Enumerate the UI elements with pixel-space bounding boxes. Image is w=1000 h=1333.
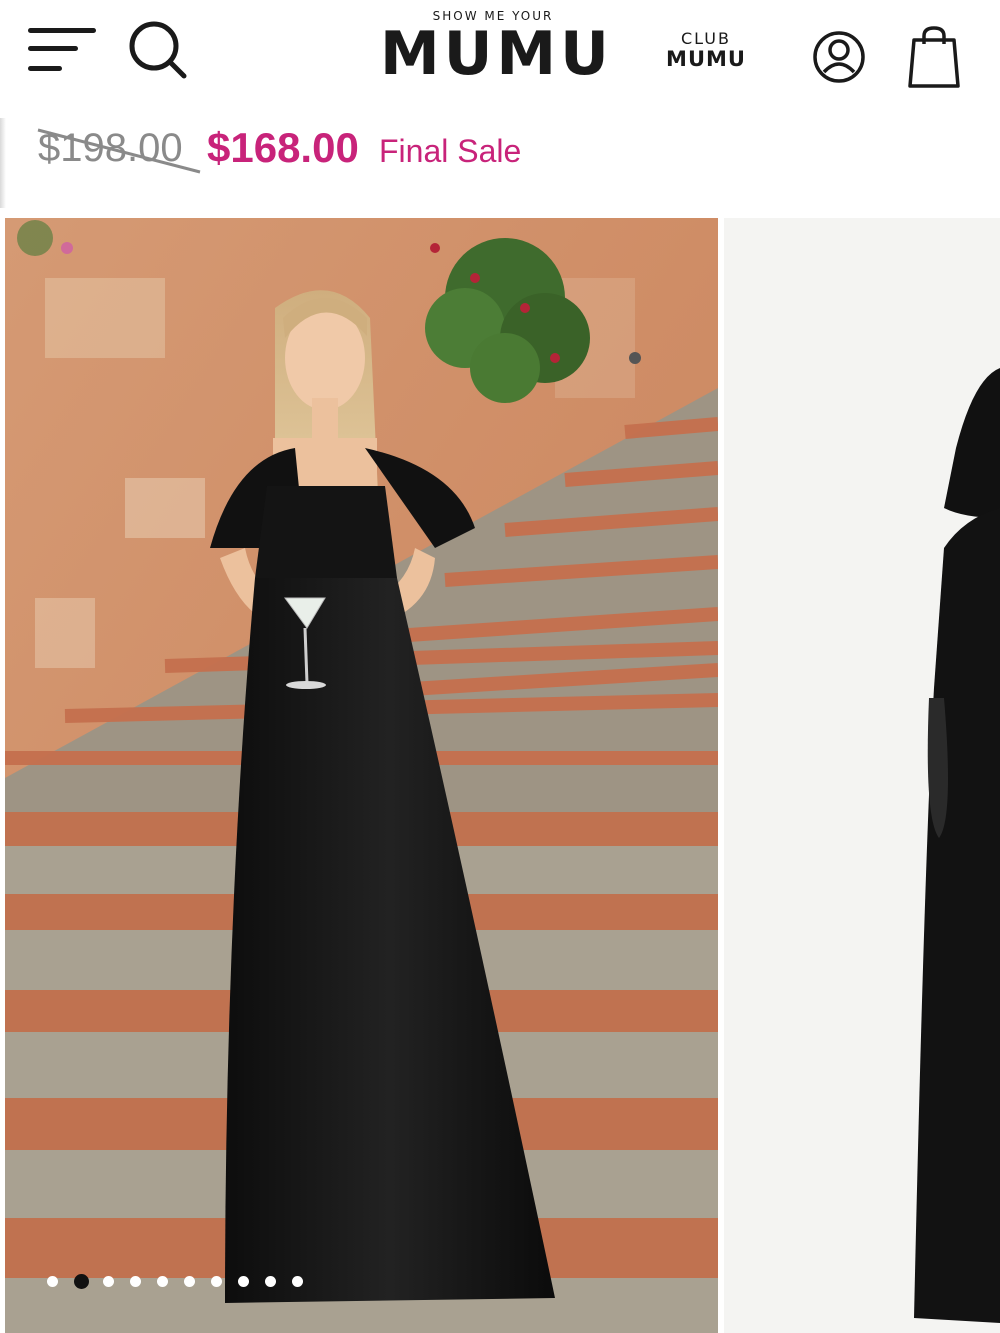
final-sale-label: Final Sale (379, 133, 522, 169)
club-label-top: CLUB (681, 29, 731, 48)
search-icon[interactable] (126, 20, 190, 80)
sale-price: $168.00 (207, 124, 359, 171)
gallery-dot[interactable] (74, 1274, 89, 1289)
gallery-dot[interactable] (47, 1276, 58, 1287)
site-logo[interactable]: SHOW ME YOUR MUMU (380, 6, 613, 96)
product-photo-secondary-scene (724, 218, 1000, 1333)
gallery-dot[interactable] (292, 1276, 303, 1287)
price-bar-edge (0, 118, 6, 208)
gallery-dot[interactable] (103, 1276, 114, 1287)
gallery-dot[interactable] (211, 1276, 222, 1287)
product-photo-main[interactable] (5, 218, 718, 1333)
gallery-dot[interactable] (157, 1276, 168, 1287)
club-mumu-link[interactable]: CLUB MUMU (660, 29, 752, 71)
site-header: SHOW ME YOUR MUMU CLUB MUMU (0, 0, 1000, 110)
product-photo-secondary[interactable] (724, 218, 1000, 1333)
gallery-dot[interactable] (184, 1276, 195, 1287)
gallery-dot[interactable] (238, 1276, 249, 1287)
product-photo-scene (5, 218, 718, 1333)
product-gallery[interactable] (0, 216, 1000, 1333)
menu-icon[interactable] (28, 26, 96, 76)
account-icon[interactable] (810, 28, 868, 86)
strikethrough-line (37, 128, 201, 174)
shopping-bag-icon[interactable] (906, 24, 962, 90)
logo-wordmark: MUMU (380, 19, 613, 89)
gallery-pagination (47, 1274, 319, 1292)
gallery-dot[interactable] (130, 1276, 141, 1287)
gallery-dot[interactable] (265, 1276, 276, 1287)
club-label-bottom: MUMU (666, 47, 746, 71)
